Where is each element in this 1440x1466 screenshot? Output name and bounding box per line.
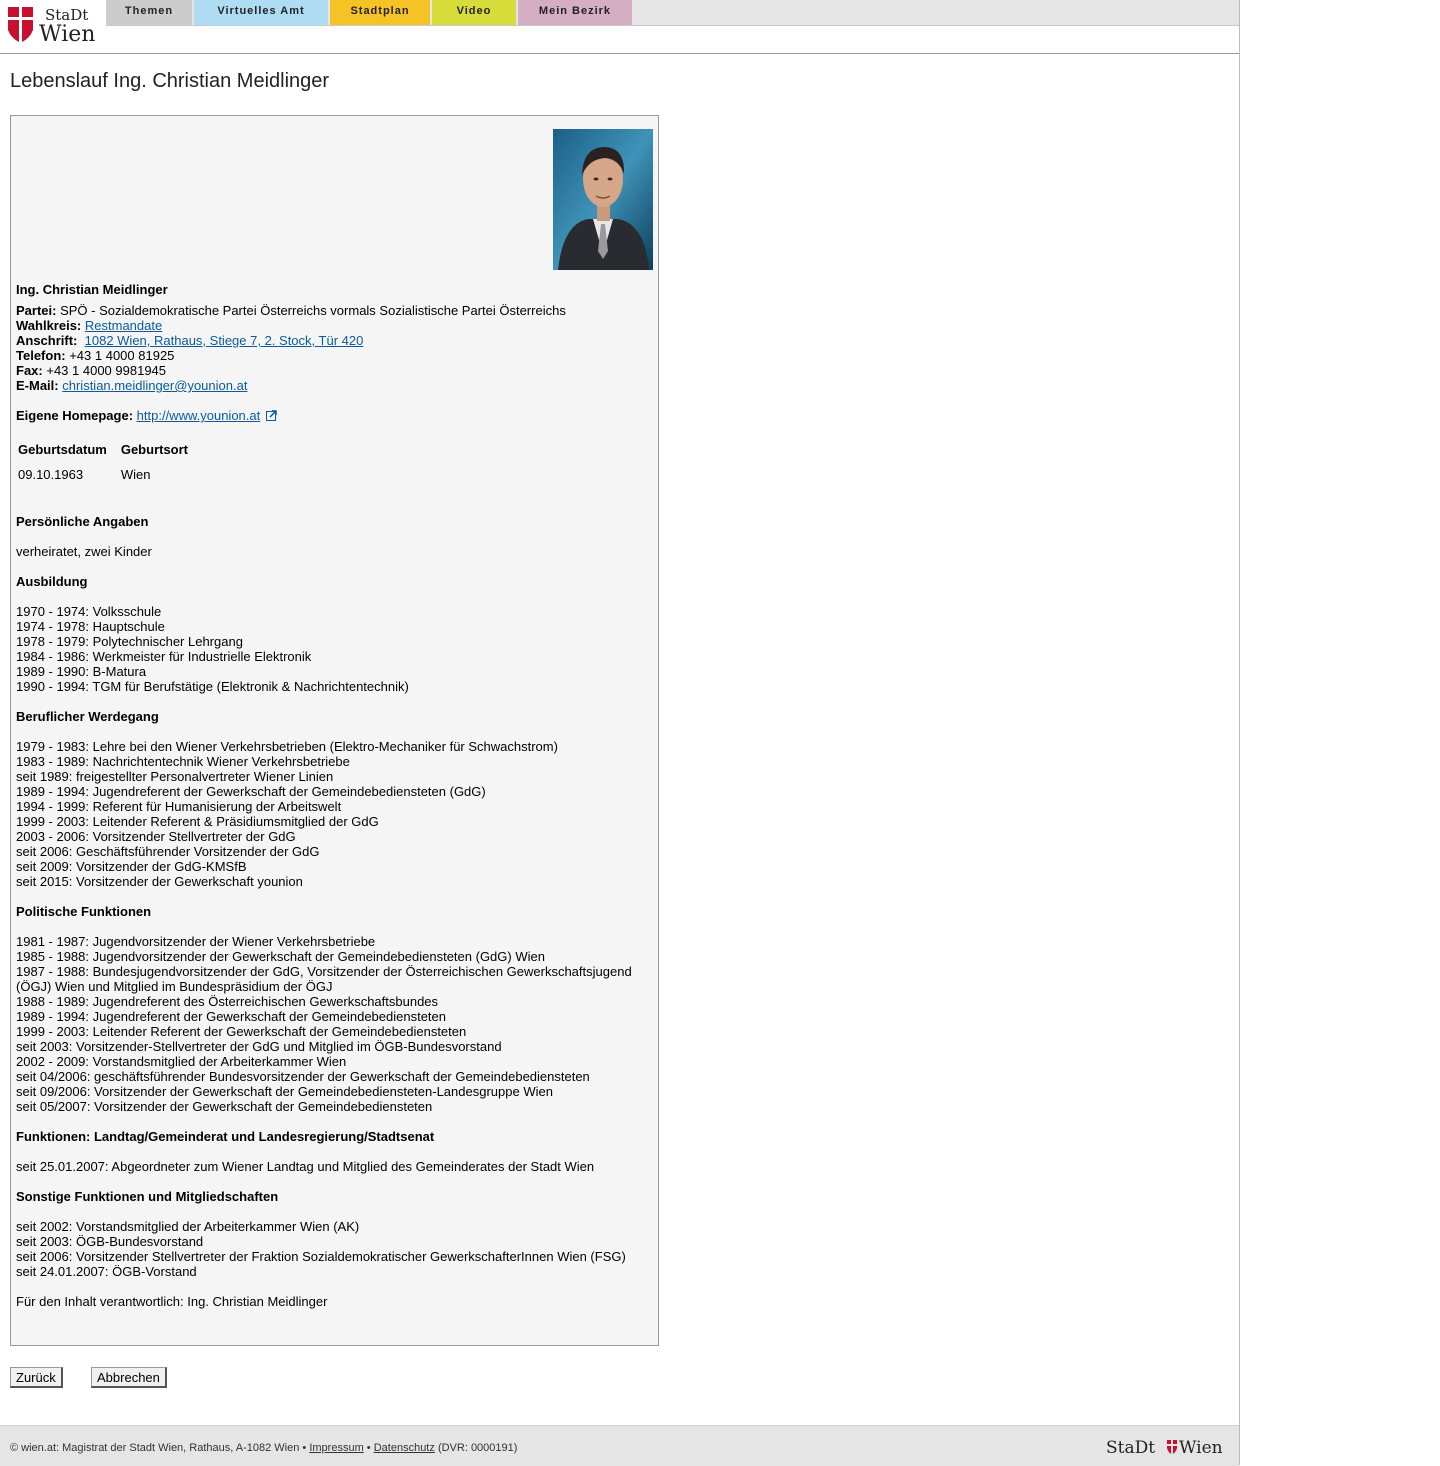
footer-separator: • <box>366 1442 371 1454</box>
list-item: seit 2003: ÖGB-Bundesvorstand <box>16 1234 204 1249</box>
birth-place-header: Geburtsort <box>120 442 189 457</box>
list-item: seit 25.01.2007: Abgeordneter zum Wiener… <box>16 1159 595 1174</box>
list-item: 1999 - 2003: Leitender Referent der Gewe… <box>16 1024 467 1039</box>
telefon-value: +43 1 4000 81925 <box>69 348 175 363</box>
list-item: 2003 - 2006: Vorsitzender Stellvertreter… <box>16 829 296 844</box>
birth-table: Geburtsdatum Geburtsort 09.10.1963 Wien <box>16 438 190 486</box>
logo-wien-text: Wien <box>39 22 95 45</box>
list-item: seit 1989: freigestellter Personalvertre… <box>16 769 334 784</box>
anschrift-link[interactable]: 1082 Wien, Rathaus, Stiege 7, 2. Stock, … <box>85 333 364 348</box>
tab-mein-bezirk[interactable]: Mein Bezirk <box>518 0 632 26</box>
table-row: 09.10.1963 Wien <box>16 463 190 486</box>
wahlkreis-label: Wahlkreis: <box>16 318 82 333</box>
page: StaDt Wien Themen Virtuelles Amt Stadtpl… <box>0 0 1240 1466</box>
list-item: 1987 - 1988: Bundesjugendvorsitzender de… <box>16 964 632 994</box>
birth-date-value: 09.10.1963 <box>18 467 84 482</box>
cv-sections: Persönliche Angaben verheiratet, zwei Kin… <box>16 514 646 1294</box>
stadt-wien-logo[interactable]: StaDt Wien <box>7 5 102 45</box>
tab-stadtplan[interactable]: Stadtplan <box>330 0 430 26</box>
list-item: 1984 - 1986: Werkmeister für Industriell… <box>16 649 312 664</box>
list-item: 1989 - 1994: Jugendreferent der Gewerksc… <box>16 784 486 799</box>
profile-box: Ing. Christian Meidlinger Partei: SPÖ - … <box>10 115 659 1346</box>
birth-place-value: Wien <box>120 467 151 482</box>
telefon-label: Telefon: <box>16 348 66 363</box>
email-row: E-Mail: christian.meidlinger@younion.at <box>16 378 646 393</box>
partei-row: Partei: SPÖ - Sozialdemokratische Partei… <box>16 303 646 318</box>
list-item: seit 2006: Vorsitzender Stellvertreter d… <box>16 1249 626 1264</box>
list-item: 1989 - 1990: B-Matura <box>16 664 147 679</box>
section-heading: Sonstige Funktionen und Mitgliedschaften <box>16 1189 279 1204</box>
section-heading: Ausbildung <box>16 574 88 589</box>
section-heading: Beruflicher Werdegang <box>16 709 159 724</box>
datenschutz-link[interactable]: Datenschutz <box>374 1442 435 1454</box>
header: StaDt Wien Themen Virtuelles Amt Stadtpl… <box>0 0 1239 54</box>
fax-value: +43 1 4000 9981945 <box>46 363 167 378</box>
list-item: seit 09/2006: Vorsitzender der Gewerksch… <box>16 1084 553 1099</box>
list-item: 2002 - 2009: Vorstandsmitglied der Arbei… <box>16 1054 347 1069</box>
homepage-link[interactable]: http://www.younion.at <box>137 408 261 423</box>
list-item: 1974 - 1978: Hauptschule <box>16 619 165 634</box>
fax-label: Fax: <box>16 363 43 378</box>
list-item: 1970 - 1974: Volksschule <box>16 604 162 619</box>
footer-copyright: © wien.at: Magistrat der Stadt Wien, Rat… <box>10 1442 307 1454</box>
homepage-row: Eigene Homepage: http://www.younion.at <box>16 408 646 423</box>
list-item: seit 2009: Vorsitzender der GdG-KMSfB <box>16 859 247 874</box>
list-item: 1999 - 2003: Leitender Referent & Präsid… <box>16 814 379 829</box>
list-item: seit 05/2007: Vorsitzender der Gewerksch… <box>16 1099 433 1114</box>
profile-name: Ing. Christian Meidlinger <box>16 282 168 297</box>
tab-video[interactable]: Video <box>432 0 516 26</box>
partei-value: SPÖ - Sozialdemokratische Partei Österre… <box>60 303 566 318</box>
list-item: 1981 - 1987: Jugendvorsitzender der Wien… <box>16 934 376 949</box>
list-item: seit 2002: Vorstandsmitglied der Arbeite… <box>16 1219 360 1234</box>
list-item: seit 2006: Geschäftsführender Vorsitzend… <box>16 844 320 859</box>
footer-stadt-wien-logo[interactable]: StaDt Wien <box>1106 1436 1230 1458</box>
section-heading: Funktionen: Landtag/Gemeinderat und Land… <box>16 1129 435 1144</box>
cancel-button[interactable]: Abbrechen <box>91 1367 167 1388</box>
list-item: 1983 - 1989: Nachrichtentechnik Wiener V… <box>16 754 350 769</box>
list-item: seit 2015: Vorsitzender der Gewerkschaft… <box>16 874 303 889</box>
email-label: E-Mail: <box>16 378 59 393</box>
email-link[interactable]: christian.meidlinger@younion.at <box>62 378 247 393</box>
list-item: 1989 - 1994: Jugendreferent der Gewerksc… <box>16 1009 446 1024</box>
footer-logo-stadt: StaDt <box>1106 1438 1155 1458</box>
footer-logo-wien: Wien <box>1179 1438 1223 1458</box>
list-item: 1985 - 1988: Jugendvorsitzender der Gewe… <box>16 949 545 964</box>
footer-dvr: (DVR: 0000191) <box>437 1442 518 1454</box>
list-item: 1994 - 1999: Referent für Humanisierung … <box>16 799 342 814</box>
homepage-label: Eigene Homepage: <box>16 408 134 423</box>
tab-virtuelles-amt[interactable]: Virtuelles Amt <box>194 0 328 26</box>
telefon-row: Telefon: +43 1 4000 81925 <box>16 348 646 363</box>
responsible-note: Für den Inhalt verantwortlich: Ing. Chri… <box>16 1294 328 1309</box>
anschrift-row: Anschrift: 1082 Wien, Rathaus, Stiege 7,… <box>16 333 646 348</box>
list-item: seit 04/2006: geschäftsführender Bundesv… <box>16 1069 590 1084</box>
list-item: seit 24.01.2007: ÖGB-Vorstand <box>16 1264 197 1279</box>
section-heading: Politische Funktionen <box>16 904 152 919</box>
portrait-photo <box>553 129 653 270</box>
birth-date-header: Geburtsdatum <box>18 442 107 457</box>
page-title: Lebenslauf Ing. Christian Meidlinger <box>10 70 330 92</box>
list-item: verheiratet, zwei Kinder <box>16 544 152 559</box>
fax-row: Fax: +43 1 4000 9981945 <box>16 363 646 378</box>
list-item: 1988 - 1989: Jugendreferent des Österrei… <box>16 994 439 1009</box>
list-item: 1978 - 1979: Polytechnischer Lehrgang <box>16 634 243 649</box>
footer: © wien.at: Magistrat der Stadt Wien, Rat… <box>0 1425 1239 1466</box>
birth-table-header: Geburtsdatum Geburtsort <box>16 438 190 463</box>
impressum-link[interactable]: Impressum <box>309 1442 363 1454</box>
back-button[interactable]: Zurück <box>10 1367 63 1388</box>
external-link-icon[interactable] <box>265 410 277 421</box>
profile-content: Ing. Christian Meidlinger Partei: SPÖ - … <box>16 282 646 1309</box>
wahlkreis-link[interactable]: Restmandate <box>85 318 162 333</box>
list-item: seit 2003: Vorsitzender-Stellvertreter d… <box>16 1039 502 1054</box>
list-item: 1979 - 1983: Lehre bei den Wiener Verkeh… <box>16 739 558 754</box>
wahlkreis-row: Wahlkreis: Restmandate <box>16 318 646 333</box>
anschrift-label: Anschrift: <box>16 333 78 348</box>
footer-text: © wien.at: Magistrat der Stadt Wien, Rat… <box>10 1442 517 1454</box>
section-heading: Persönliche Angaben <box>16 514 149 529</box>
list-item: 1990 - 1994: TGM für Berufstätige (Elekt… <box>16 679 409 694</box>
tab-themen[interactable]: Themen <box>106 0 192 26</box>
partei-label: Partei: <box>16 303 57 318</box>
